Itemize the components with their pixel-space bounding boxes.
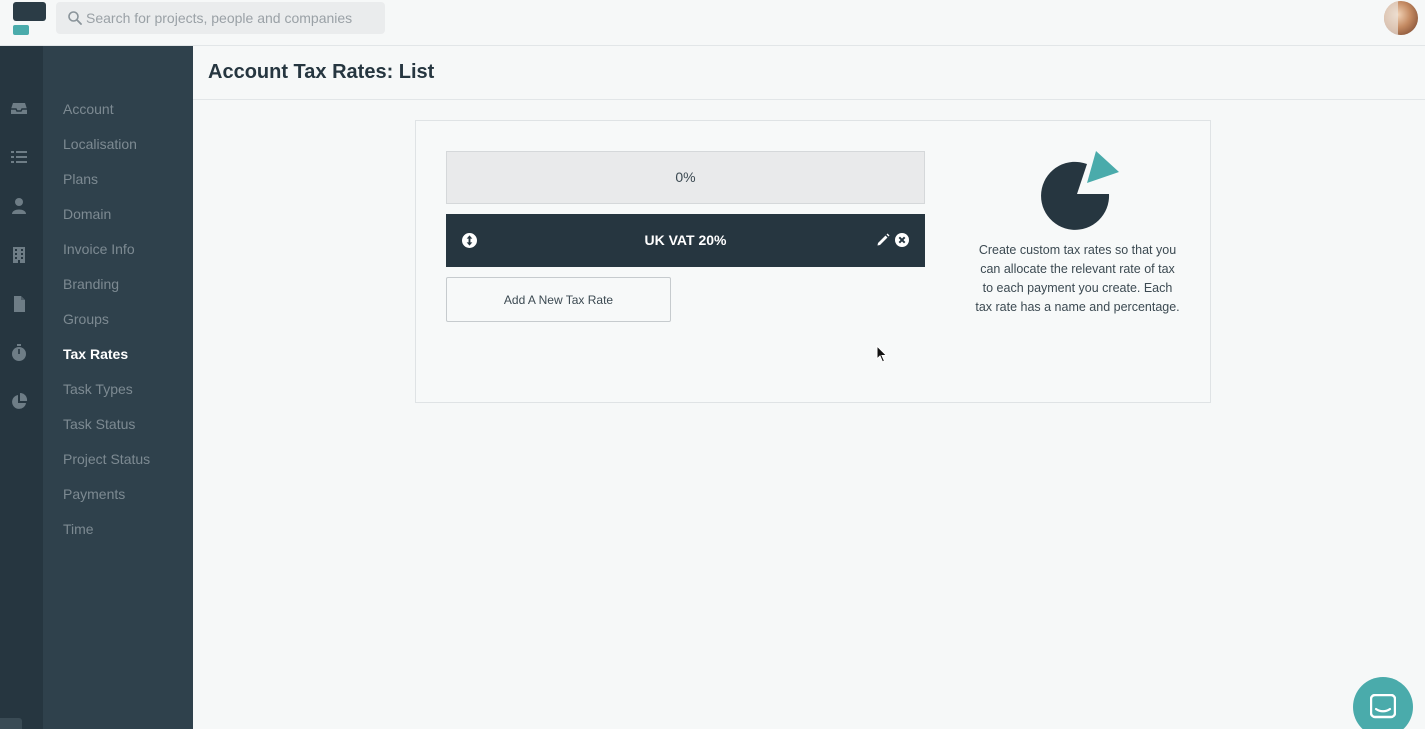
- tax-rates-panel: 0% UK VAT 20% Add A New Tax Rate Create …: [415, 120, 1211, 403]
- user-avatar[interactable]: [1384, 1, 1418, 35]
- search-input[interactable]: [86, 2, 376, 34]
- sidebar-item-branding[interactable]: Branding: [63, 276, 119, 292]
- add-tax-rate-button[interactable]: Add A New Tax Rate: [446, 277, 671, 322]
- rail-collapse-handle[interactable]: [0, 718, 22, 729]
- settings-sidebar: Account Localisation Plans Domain Invoic…: [43, 46, 193, 729]
- sidebar-item-time[interactable]: Time: [63, 521, 94, 537]
- mouse-cursor-icon: [876, 345, 888, 363]
- tax-rate-label: UK VAT 20%: [644, 232, 727, 248]
- close-circle-icon[interactable]: [895, 233, 909, 247]
- pie-chart-icon[interactable]: [10, 393, 28, 411]
- logo-block: [13, 2, 46, 21]
- tax-rate-item[interactable]: 0%: [446, 151, 925, 204]
- sidebar-item-account[interactable]: Account: [63, 101, 114, 117]
- sidebar-item-task-status[interactable]: Task Status: [63, 416, 135, 432]
- inbox-icon[interactable]: [10, 99, 28, 117]
- sidebar-item-domain[interactable]: Domain: [63, 206, 111, 222]
- stopwatch-icon[interactable]: [10, 344, 28, 362]
- building-icon[interactable]: [10, 246, 28, 264]
- pencil-icon[interactable]: [876, 233, 890, 247]
- icon-rail: [0, 46, 43, 729]
- search-icon: [68, 11, 82, 25]
- search-box[interactable]: [56, 2, 385, 34]
- tax-rates-description: Create custom tax rates so that you can …: [975, 243, 1180, 314]
- app-logo[interactable]: [13, 2, 47, 36]
- pie-chart-illustration-icon: [1041, 151, 1119, 230]
- tax-rate-item-selected[interactable]: UK VAT 20%: [446, 214, 925, 267]
- sidebar-item-plans[interactable]: Plans: [63, 171, 98, 187]
- sidebar-item-task-types[interactable]: Task Types: [63, 381, 133, 397]
- sidebar-item-invoice-info[interactable]: Invoice Info: [63, 241, 135, 257]
- page-title: Account Tax Rates: List: [208, 61, 435, 83]
- top-bar: [0, 0, 1425, 46]
- chat-launcher-button[interactable]: [1353, 677, 1413, 729]
- sidebar-item-localisation[interactable]: Localisation: [63, 136, 137, 152]
- document-icon[interactable]: [10, 295, 28, 313]
- sidebar-item-tax-rates[interactable]: Tax Rates: [63, 346, 128, 362]
- sidebar-item-groups[interactable]: Groups: [63, 311, 109, 327]
- sidebar-item-project-status[interactable]: Project Status: [63, 451, 150, 467]
- list-icon[interactable]: [10, 148, 28, 166]
- logo-accent: [13, 25, 29, 35]
- sidebar-item-payments[interactable]: Payments: [63, 486, 125, 502]
- chat-icon: [1370, 694, 1396, 719]
- page-header: Account Tax Rates: List: [193, 46, 1425, 100]
- person-icon[interactable]: [10, 197, 28, 215]
